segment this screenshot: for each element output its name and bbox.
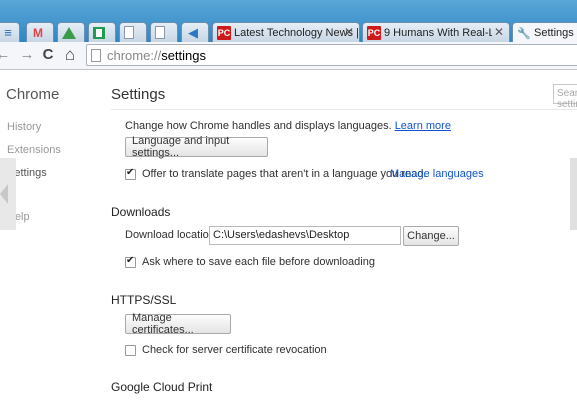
certificate-revocation-checkbox[interactable]	[125, 345, 136, 356]
tab-strip: ≡ M ◀ PC Latest Technology News | ✕ PC 9…	[0, 0, 577, 43]
search-placeholder: Search settings	[557, 88, 577, 110]
translate-checkbox[interactable]	[125, 167, 136, 180]
manage-languages-link[interactable]: Manage languages	[390, 168, 484, 180]
pcmag-icon: PC	[217, 25, 231, 40]
tab-audio[interactable]: ◀	[181, 22, 209, 42]
tab-document-2[interactable]	[150, 22, 178, 42]
home-icon[interactable]: ⌂	[61, 45, 79, 65]
pcmag-icon: PC	[367, 25, 381, 40]
divider	[111, 109, 577, 110]
languages-description: Change how Chrome handles and displays l…	[125, 120, 451, 132]
page-title: Settings	[111, 86, 166, 103]
url-text: chrome://settings	[107, 48, 206, 63]
cloud-print-heading: Google Cloud Print	[111, 380, 213, 394]
scroll-left-handle[interactable]	[0, 158, 16, 230]
wrench-icon: 🔧	[517, 27, 531, 40]
tab-title: 9 Humans With Real-Life	[384, 26, 492, 39]
gmail-icon: M	[33, 25, 43, 40]
tab-title: Latest Technology News |	[234, 26, 359, 39]
learn-more-link[interactable]: Learn more	[395, 120, 451, 132]
ask-where-to-save-label: Ask where to save each file before downl…	[142, 256, 375, 268]
ask-where-to-save-checkbox[interactable]	[125, 255, 136, 268]
tab-drive[interactable]	[57, 22, 85, 42]
tab-gmail[interactable]: M	[26, 22, 54, 42]
https-heading: HTTPS/SSL	[111, 293, 177, 307]
download-location-field[interactable]: C:\Users\edashevs\Desktop	[209, 226, 401, 245]
language-input-settings-button[interactable]: Language and input settings...	[125, 135, 268, 159]
document-icon	[124, 26, 134, 39]
close-icon[interactable]: ✕	[344, 25, 354, 39]
tab-document-1[interactable]	[119, 22, 147, 42]
translate-label: Offer to translate pages that aren't in …	[142, 168, 427, 180]
sidebar-title: Chrome	[6, 86, 60, 103]
scroll-right-handle[interactable]	[570, 158, 577, 230]
tab-settings[interactable]: 🔧 Settings	[512, 22, 577, 43]
search-input[interactable]: Search settings	[553, 84, 577, 110]
audio-icon: ◀	[188, 24, 198, 40]
page-icon	[91, 49, 101, 62]
certificate-revocation-label: Check for server certificate revocation	[142, 344, 327, 356]
document-icon	[155, 26, 165, 39]
settings-content: Chrome History Extensions Settings Help …	[0, 71, 577, 400]
todoist-icon: ≡	[4, 25, 12, 40]
change-location-button[interactable]: Change...	[403, 226, 459, 246]
tab-sheets[interactable]	[88, 22, 116, 42]
address-bar[interactable]: chrome://settings	[86, 44, 577, 66]
tab-title: Settings	[534, 27, 574, 39]
close-icon[interactable]: ✕	[494, 25, 504, 39]
downloads-heading: Downloads	[111, 205, 171, 219]
download-location-label: Download location:	[125, 229, 218, 241]
sidebar-item-extensions[interactable]: Extensions	[7, 144, 61, 156]
tab-latest-technology-news[interactable]: PC Latest Technology News | ✕	[212, 22, 360, 42]
sheets-icon	[93, 26, 105, 39]
tab-9-humans[interactable]: PC 9 Humans With Real-Life ✕	[362, 22, 510, 42]
forward-icon[interactable]: →	[18, 45, 36, 65]
toolbar: ← → C ⌂ chrome://settings	[0, 42, 577, 70]
tab-todoist[interactable]: ≡	[0, 22, 20, 42]
reload-icon[interactable]: C	[39, 45, 57, 65]
drive-icon	[62, 26, 76, 40]
back-icon[interactable]: ←	[0, 45, 12, 65]
manage-certificates-button[interactable]: Manage certificates...	[125, 312, 231, 336]
sidebar-item-history[interactable]: History	[7, 121, 41, 133]
